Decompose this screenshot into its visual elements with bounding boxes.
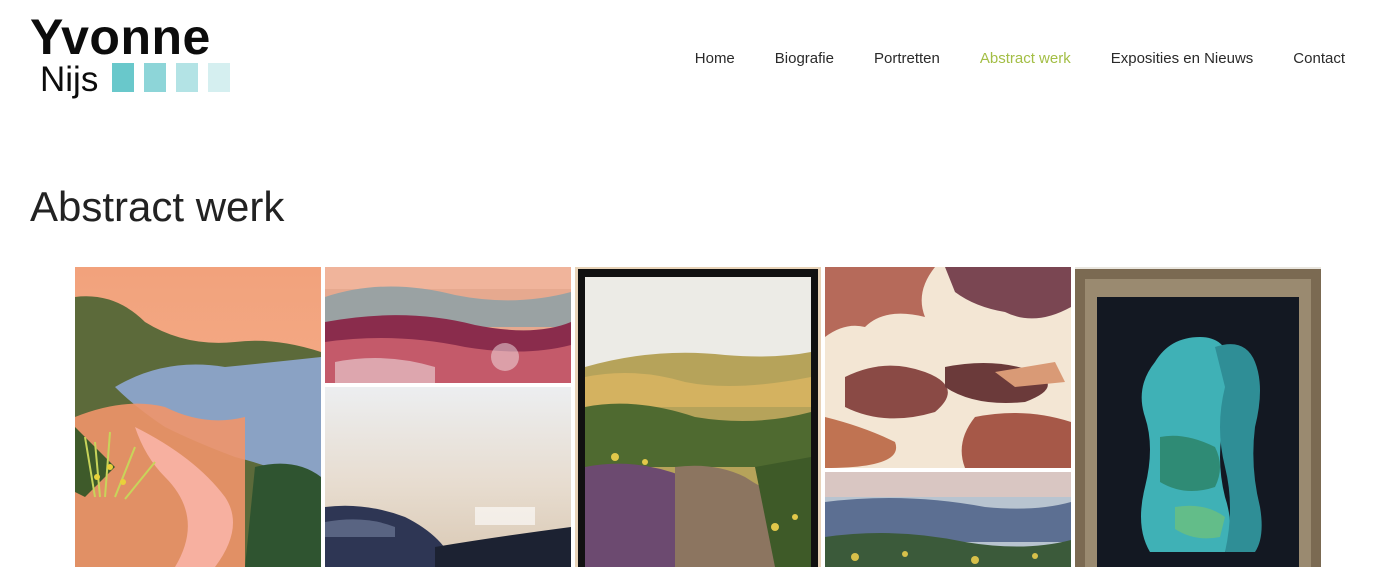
abstract-rocks-painting[interactable] (825, 267, 1071, 468)
abstract-rocks-image (825, 267, 1071, 468)
nav-contact[interactable]: Contact (1293, 49, 1345, 69)
page-title: Abstract werk (30, 183, 285, 230)
site-logo[interactable]: Yvonne Nijs (30, 12, 240, 102)
logo-square-4 (208, 63, 230, 92)
logo-square-2 (144, 63, 166, 92)
misty-landscape-painting[interactable] (325, 387, 571, 567)
framed-heath-path-image (575, 267, 821, 567)
nav-portretten[interactable]: Portretten (874, 49, 940, 69)
coastal-landscape-painting[interactable] (75, 267, 321, 567)
logo-text-first-name: Yvonne (30, 9, 211, 65)
framed-torso-painting[interactable] (1075, 267, 1321, 567)
main-navigation: Home Biografie Portretten Abstract werk … (695, 49, 1345, 69)
logo-square-1 (112, 63, 134, 92)
coastal-landscape-image (75, 267, 321, 567)
nav-home[interactable]: Home (695, 49, 735, 69)
pink-heather-image (325, 267, 571, 383)
framed-heath-path-painting[interactable] (575, 267, 821, 567)
nav-exposities-en-nieuws[interactable]: Exposities en Nieuws (1111, 49, 1254, 69)
nav-abstract-werk[interactable]: Abstract werk (980, 49, 1071, 69)
logo-text-last-name: Nijs (40, 60, 99, 99)
misty-landscape-image (325, 387, 571, 567)
blue-landscape-painting[interactable] (825, 472, 1071, 567)
framed-torso-image (1075, 267, 1321, 567)
gallery-grid (75, 267, 1321, 567)
logo-square-3 (176, 63, 198, 92)
pink-heather-painting[interactable] (325, 267, 571, 383)
blue-landscape-image (825, 472, 1071, 567)
nav-biografie[interactable]: Biografie (775, 49, 834, 69)
